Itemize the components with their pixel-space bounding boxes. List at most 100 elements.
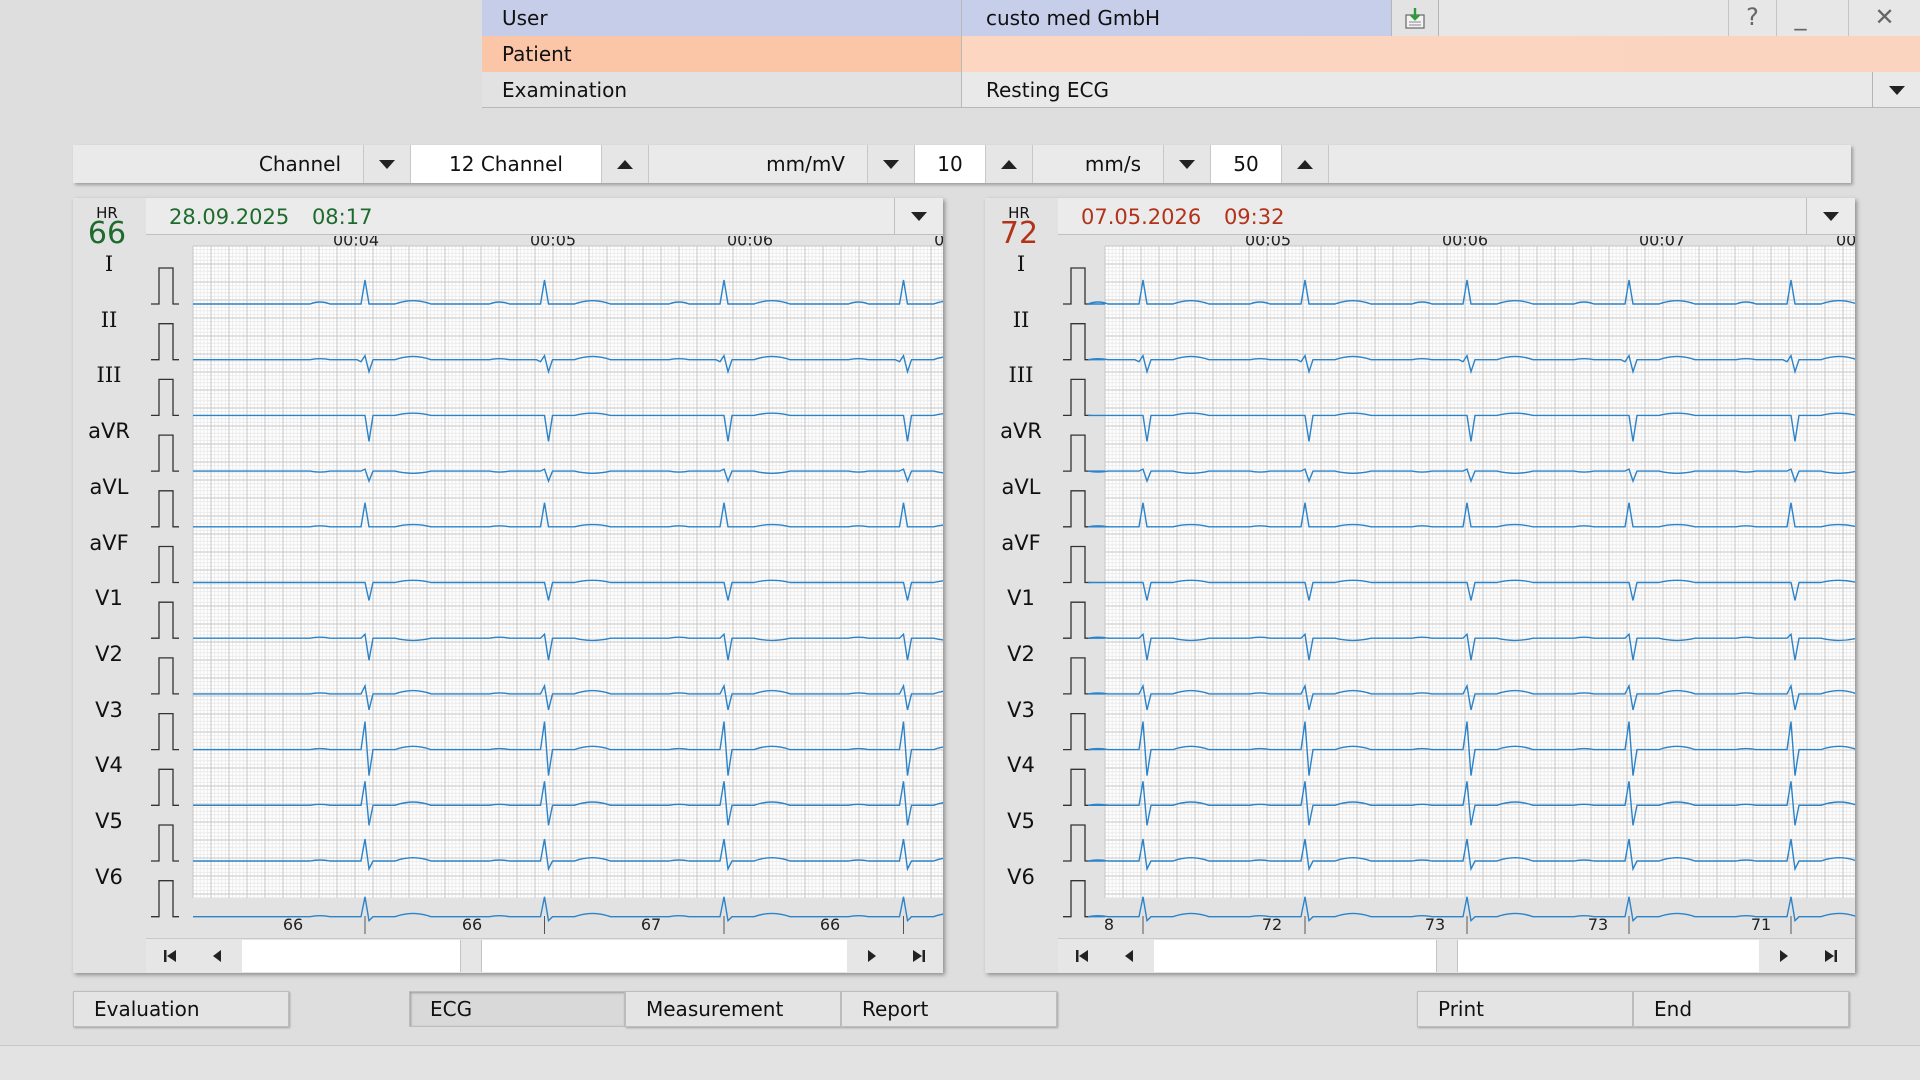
- amplitude-increase-button[interactable]: [985, 145, 1033, 183]
- lead-label: V6: [95, 864, 123, 889]
- scroll-forward-button[interactable]: [847, 939, 895, 973]
- lead-label: V1: [95, 586, 123, 611]
- lead-label: V5: [95, 809, 123, 833]
- time-mark: 00:05: [530, 236, 576, 250]
- calibration-pulse: [151, 880, 179, 918]
- lead-label: V3: [1007, 697, 1035, 722]
- amplitude-decrease-button[interactable]: [867, 145, 915, 183]
- recording-date: 28.09.2025: [169, 205, 290, 229]
- scroll-back-button[interactable]: [194, 939, 242, 973]
- speed-decrease-button[interactable]: [1163, 145, 1211, 183]
- scroll-forward-button[interactable]: [1759, 939, 1807, 973]
- channel-decrease-button[interactable]: [363, 145, 411, 183]
- close-button[interactable]: ✕: [1848, 0, 1920, 36]
- channel-label: Channel: [258, 152, 341, 176]
- lead-label: V4: [95, 753, 123, 778]
- calibration-pulse: [151, 434, 179, 472]
- print-button[interactable]: Print: [1417, 991, 1633, 1027]
- chevron-down-icon: [379, 159, 395, 169]
- scroll-last-button[interactable]: [1807, 939, 1855, 973]
- lead-label: V2: [95, 641, 123, 666]
- scroll-thumb[interactable]: [460, 940, 482, 972]
- scroll-first-button[interactable]: [1058, 939, 1106, 973]
- recording-dropdown-button[interactable]: [1806, 198, 1855, 235]
- lead-label: aVL: [89, 474, 129, 499]
- calibration-pulse: [151, 267, 179, 305]
- status-bar: [0, 1045, 1920, 1080]
- chevron-down-icon: [911, 212, 927, 221]
- lead-label: II: [1012, 307, 1030, 332]
- ecg-trace-area[interactable]: 00:04 00:05 00:06 00: 66 66 67 66: [145, 236, 943, 938]
- minimize-button[interactable]: _: [1776, 0, 1824, 36]
- examination-row: Examination Resting ECG: [482, 72, 1920, 108]
- scroll-last-button[interactable]: [895, 939, 943, 973]
- chevron-down-icon: [1888, 85, 1905, 95]
- calibration-pulse: [1063, 267, 1091, 305]
- lead-label: I: [104, 252, 114, 276]
- ecg-panel-left: HR 66 28.09.2025 08:17 I II III aVR aVL aVF V1…: [73, 198, 943, 973]
- calibration-pulse: [1063, 712, 1091, 751]
- amplitude-value[interactable]: 10: [915, 145, 985, 183]
- skip-end-icon: [1825, 950, 1837, 962]
- chevron-down-icon: [883, 159, 899, 169]
- export-button[interactable]: [1391, 0, 1439, 36]
- calibration-pulse: [1063, 434, 1091, 472]
- lead-label: aVF: [1001, 530, 1041, 555]
- beat-rate-label: 66: [283, 915, 303, 934]
- patient-row: Patient: [482, 36, 1920, 72]
- ecg-scrollbar[interactable]: [146, 938, 943, 973]
- heart-rate-value: 66: [87, 216, 127, 251]
- recording-header: 28.09.2025 08:17: [146, 198, 943, 235]
- time-mark: 00:08: [1836, 236, 1855, 250]
- calibration-pulse: [151, 768, 179, 806]
- calibration-pulse: [1063, 323, 1091, 361]
- beat-rate-label: 71: [1751, 915, 1771, 934]
- scroll-track[interactable]: [242, 940, 847, 972]
- speed-value[interactable]: 50: [1211, 145, 1281, 183]
- skip-end-icon: [913, 950, 925, 962]
- calibration-pulse: [151, 824, 179, 862]
- beat-rate-label: 73: [1425, 915, 1445, 934]
- ecg-panel-right: HR 72 07.05.2026 09:32 I II III aVR aVL aVF V1…: [985, 198, 1855, 973]
- recording-dropdown-button[interactable]: [894, 198, 943, 235]
- examination-value[interactable]: Resting ECG: [962, 72, 1920, 107]
- calibration-pulse: [1063, 601, 1091, 639]
- calibration-pulse: [151, 545, 179, 584]
- evaluation-button[interactable]: Evaluation: [73, 991, 289, 1027]
- ecg-trace-area[interactable]: 00:05 00:06 00:07 00:08 8 72 73 73 71: [1057, 236, 1855, 938]
- beat-rate-label: 72: [1262, 915, 1282, 934]
- calibration-pulse: [1063, 657, 1091, 695]
- recording-header: 07.05.2026 09:32: [1058, 198, 1855, 235]
- channel-value[interactable]: 12 Channel: [411, 145, 601, 183]
- scroll-thumb[interactable]: [1436, 940, 1458, 972]
- calibration-pulse: [151, 323, 179, 361]
- ecg-tab[interactable]: ECG: [409, 991, 625, 1027]
- lead-label: aVR: [1000, 419, 1042, 444]
- examination-dropdown-button[interactable]: [1872, 72, 1920, 108]
- patient-value: [962, 36, 1920, 72]
- lead-label: V1: [1007, 586, 1035, 611]
- ecg-trace-v6: [1087, 896, 1855, 923]
- beat-rate-label: 67: [641, 915, 661, 934]
- speed-increase-button[interactable]: [1281, 145, 1329, 183]
- calibration-pulse: [1063, 880, 1091, 918]
- skip-start-icon: [1076, 950, 1088, 962]
- measurement-tab[interactable]: Measurement: [625, 991, 841, 1027]
- lead-label: aVR: [88, 419, 130, 444]
- calibration-pulse: [151, 712, 179, 751]
- calibration-pulse: [151, 657, 179, 695]
- help-button[interactable]: ?: [1728, 0, 1776, 36]
- scroll-back-button[interactable]: [1106, 939, 1154, 973]
- channel-increase-button[interactable]: [601, 145, 649, 183]
- lead-label: aVF: [89, 530, 129, 555]
- arrow-right-icon: [1780, 950, 1788, 962]
- export-icon: [1405, 8, 1425, 29]
- report-tab[interactable]: Report: [841, 991, 1057, 1027]
- ecg-scrollbar[interactable]: [1058, 938, 1855, 973]
- end-button[interactable]: End: [1633, 991, 1849, 1027]
- arrow-left-icon: [1125, 950, 1133, 962]
- lead-label: I: [1016, 252, 1026, 276]
- time-mark: 00:06: [1442, 236, 1488, 250]
- scroll-first-button[interactable]: [146, 939, 194, 973]
- calibration-pulse: [151, 601, 179, 639]
